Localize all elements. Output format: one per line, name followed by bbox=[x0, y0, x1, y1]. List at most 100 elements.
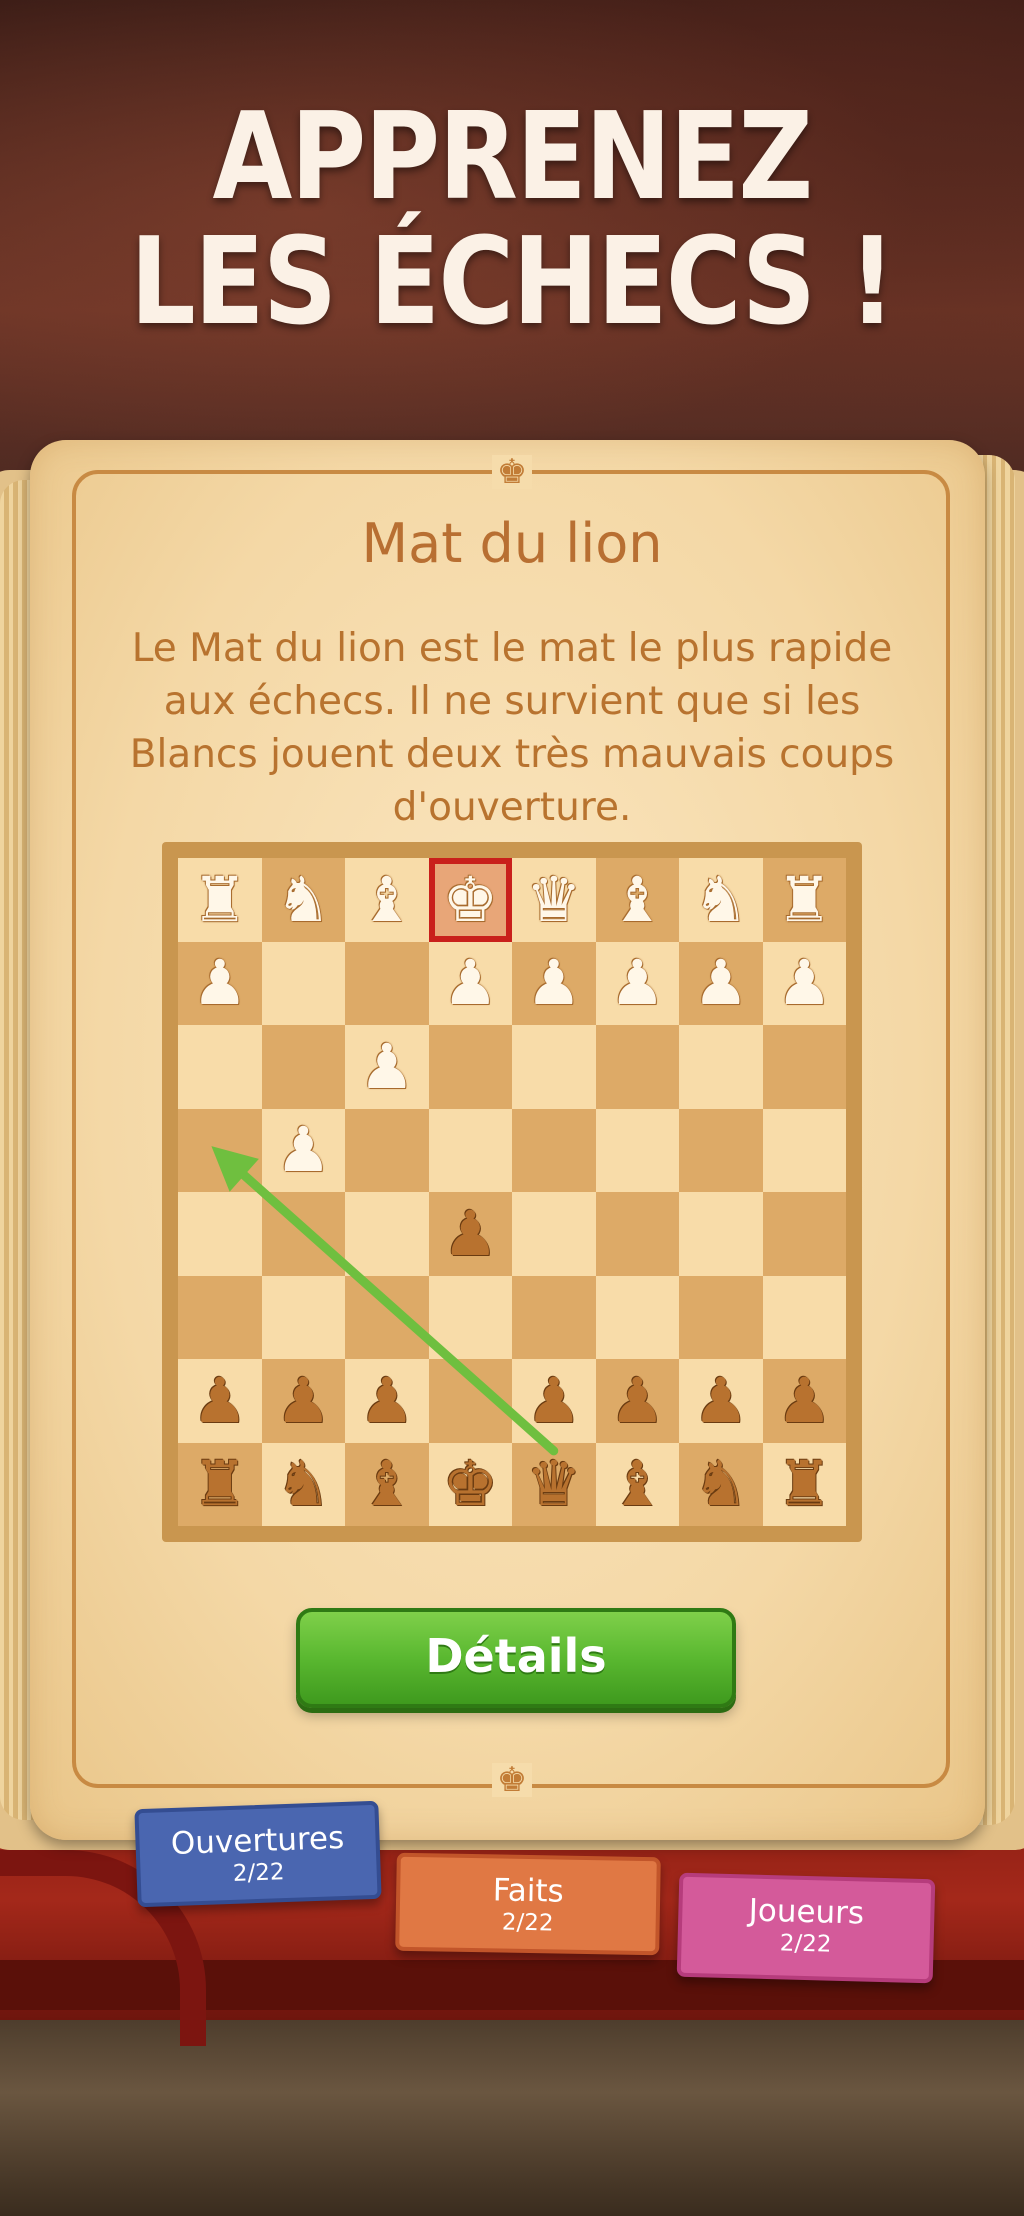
board-square[interactable]: ♝ bbox=[345, 1442, 429, 1526]
white-pawn-icon[interactable]: ♟ bbox=[526, 952, 582, 1014]
board-square[interactable] bbox=[679, 1108, 763, 1192]
black-pawn-icon[interactable]: ♟ bbox=[609, 1369, 665, 1432]
white-pawn-icon[interactable]: ♟ bbox=[776, 952, 832, 1014]
board-square[interactable] bbox=[679, 1025, 763, 1109]
board-square[interactable] bbox=[595, 1275, 679, 1359]
board-square[interactable]: ♜ bbox=[762, 858, 846, 942]
tab-facts[interactable]: Faits 2/22 bbox=[395, 1852, 661, 1956]
board-square[interactable]: ♞ bbox=[261, 1442, 345, 1526]
board-square[interactable]: ♝ bbox=[595, 1442, 679, 1526]
board-square[interactable]: ♟ bbox=[512, 1359, 596, 1443]
board-square[interactable] bbox=[512, 1192, 596, 1276]
white-knight-icon[interactable]: ♞ bbox=[275, 868, 331, 931]
board-square[interactable]: ♜ bbox=[178, 1442, 262, 1526]
white-bishop-icon[interactable]: ♝ bbox=[609, 868, 665, 931]
board-square[interactable]: ♟ bbox=[345, 1359, 429, 1443]
board-square[interactable] bbox=[512, 1108, 596, 1192]
board-square[interactable] bbox=[345, 1192, 429, 1276]
board-square[interactable]: ♝ bbox=[595, 858, 679, 942]
board-square[interactable]: ♟ bbox=[762, 1359, 846, 1443]
white-knight-icon[interactable]: ♞ bbox=[693, 868, 749, 931]
board-square[interactable] bbox=[261, 1025, 345, 1109]
board-square[interactable] bbox=[762, 1025, 846, 1109]
black-king-icon[interactable]: ♚ bbox=[442, 1453, 498, 1515]
board-square[interactable] bbox=[595, 1192, 679, 1276]
board-square[interactable] bbox=[428, 1025, 512, 1109]
board-square[interactable] bbox=[595, 1108, 679, 1192]
board-square[interactable]: ♝ bbox=[345, 858, 429, 942]
black-knight-icon[interactable]: ♞ bbox=[275, 1453, 331, 1515]
board-square[interactable] bbox=[261, 941, 345, 1025]
black-pawn-icon[interactable]: ♟ bbox=[442, 1202, 498, 1265]
board-square[interactable] bbox=[512, 1275, 596, 1359]
board-square[interactable] bbox=[345, 1275, 429, 1359]
board-square[interactable] bbox=[345, 1108, 429, 1192]
board-square[interactable]: ♞ bbox=[261, 858, 345, 942]
board-square[interactable]: ♟ bbox=[595, 941, 679, 1025]
board-square[interactable] bbox=[178, 1025, 262, 1109]
black-knight-icon[interactable]: ♞ bbox=[693, 1453, 749, 1515]
board-square[interactable] bbox=[679, 1275, 763, 1359]
board-square[interactable] bbox=[762, 1275, 846, 1359]
board-square[interactable]: ♟ bbox=[679, 941, 763, 1025]
board-square[interactable]: ♟ bbox=[261, 1108, 345, 1192]
board-square[interactable]: ♟ bbox=[762, 941, 846, 1025]
board-square[interactable]: ♚ bbox=[428, 1442, 512, 1526]
chess-board[interactable]: ♜ ♞ ♝ ♚ ♛ ♝ ♞ ♜ ♟ ♟ ♟ ♟ ♟ ♟ ♟ ♟ ♟ ♟ ♟ ♟ ♟ ♟ ♟ ♟ ♜ ♞ ♝ ♚ ♛ ♝ ♞ ♜ bbox=[162, 842, 862, 1542]
board-square[interactable]: ♟ bbox=[178, 941, 262, 1025]
tab-openings[interactable]: Ouvertures 2/22 bbox=[134, 1800, 382, 1908]
white-pawn-icon[interactable]: ♟ bbox=[275, 1119, 331, 1181]
board-square[interactable] bbox=[428, 1108, 512, 1192]
tab-players[interactable]: Joueurs 2/22 bbox=[676, 1872, 936, 1984]
board-square[interactable] bbox=[261, 1275, 345, 1359]
white-bishop-icon[interactable]: ♝ bbox=[359, 868, 415, 931]
black-pawn-icon[interactable]: ♟ bbox=[359, 1369, 415, 1432]
white-pawn-icon[interactable]: ♟ bbox=[609, 952, 665, 1014]
board-square[interactable] bbox=[428, 1359, 512, 1443]
board-square[interactable]: ♟ bbox=[512, 941, 596, 1025]
board-square[interactable]: ♟ bbox=[428, 1192, 512, 1276]
black-queen-icon[interactable]: ♛ bbox=[526, 1453, 582, 1515]
black-pawn-icon[interactable]: ♟ bbox=[275, 1369, 331, 1432]
black-bishop-icon[interactable]: ♝ bbox=[359, 1453, 415, 1515]
board-square[interactable]: ♟ bbox=[428, 941, 512, 1025]
board-square[interactable]: ♟ bbox=[595, 1359, 679, 1443]
white-pawn-icon[interactable]: ♟ bbox=[442, 952, 498, 1014]
board-square[interactable]: ♛ bbox=[512, 858, 596, 942]
board-square[interactable] bbox=[178, 1275, 262, 1359]
board-square[interactable] bbox=[428, 1275, 512, 1359]
board-square[interactable]: ♟ bbox=[345, 1025, 429, 1109]
black-pawn-icon[interactable]: ♟ bbox=[693, 1369, 749, 1432]
board-square[interactable] bbox=[679, 1192, 763, 1276]
white-king-icon[interactable]: ♚ bbox=[442, 868, 498, 931]
white-rook-icon[interactable]: ♜ bbox=[776, 868, 832, 931]
details-button[interactable]: Détails bbox=[296, 1608, 736, 1708]
black-pawn-icon[interactable]: ♟ bbox=[526, 1369, 582, 1432]
white-pawn-icon[interactable]: ♟ bbox=[359, 1035, 415, 1098]
white-rook-icon[interactable]: ♜ bbox=[192, 868, 248, 931]
white-queen-icon[interactable]: ♛ bbox=[526, 868, 582, 931]
board-square[interactable]: ♟ bbox=[261, 1359, 345, 1443]
board-square[interactable] bbox=[345, 941, 429, 1025]
board-square[interactable]: ♜ bbox=[762, 1442, 846, 1526]
board-square[interactable] bbox=[595, 1025, 679, 1109]
board-square[interactable]: ♜ bbox=[178, 858, 262, 942]
board-square[interactable]: ♟ bbox=[679, 1359, 763, 1443]
board-square[interactable] bbox=[178, 1192, 262, 1276]
board-square[interactable]: ♛ bbox=[512, 1442, 596, 1526]
board-square[interactable] bbox=[512, 1025, 596, 1109]
board-square[interactable]: ♚ bbox=[428, 858, 512, 942]
board-square[interactable]: ♟ bbox=[178, 1359, 262, 1443]
black-pawn-icon[interactable]: ♟ bbox=[776, 1369, 832, 1432]
black-pawn-icon[interactable]: ♟ bbox=[192, 1369, 248, 1432]
white-pawn-icon[interactable]: ♟ bbox=[192, 952, 248, 1014]
board-square[interactable] bbox=[762, 1192, 846, 1276]
board-square[interactable] bbox=[261, 1192, 345, 1276]
black-rook-icon[interactable]: ♜ bbox=[776, 1453, 832, 1515]
board-square[interactable] bbox=[178, 1108, 262, 1192]
black-bishop-icon[interactable]: ♝ bbox=[609, 1453, 665, 1515]
board-square[interactable] bbox=[762, 1108, 846, 1192]
board-square[interactable]: ♞ bbox=[679, 1442, 763, 1526]
white-pawn-icon[interactable]: ♟ bbox=[693, 952, 749, 1014]
board-square[interactable]: ♞ bbox=[679, 858, 763, 942]
